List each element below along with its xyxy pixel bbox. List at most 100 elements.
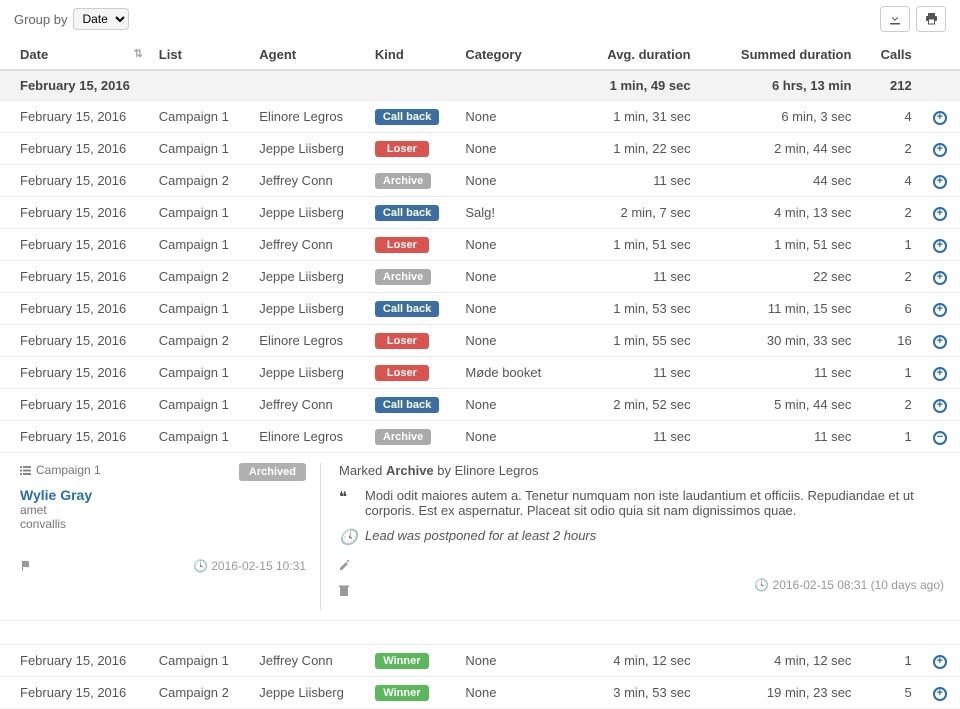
expand-toggle[interactable]: −: [933, 431, 947, 445]
cell-date: February 15, 2016: [0, 261, 151, 293]
cell-date: February 15, 2016: [0, 645, 151, 677]
cell-avg: 11 sec: [568, 357, 699, 389]
cell-agent: Jeppe Liisberg: [251, 293, 367, 325]
contact-line-2: convallis: [20, 517, 306, 531]
cell-list: Campaign 1: [151, 101, 252, 133]
cell-date: February 15, 2016: [0, 165, 151, 197]
row-detail: Campaign 1 Archived Wylie Gray amet conv…: [0, 453, 960, 621]
cell-calls: 1: [859, 357, 919, 389]
cell-sum: 11 min, 15 sec: [699, 293, 860, 325]
expand-toggle[interactable]: +: [933, 303, 947, 317]
cell-date: February 15, 2016: [0, 325, 151, 357]
cell-calls: 4: [859, 101, 919, 133]
expand-toggle[interactable]: +: [933, 207, 947, 221]
detail-list: Campaign 1: [36, 463, 101, 477]
cell-agent: Jeppe Liisberg: [251, 357, 367, 389]
flag-icon[interactable]: [20, 560, 32, 572]
cell-list: Campaign 1: [151, 293, 252, 325]
kind-badge: Call back: [375, 397, 439, 413]
cell-list: Campaign 1: [151, 133, 252, 165]
cell-sum: 19 min, 23 sec: [699, 677, 860, 709]
kind-badge: Winner: [375, 685, 429, 701]
cell-date: February 15, 2016: [0, 229, 151, 261]
expand-toggle[interactable]: +: [933, 367, 947, 381]
kind-badge: Loser: [375, 365, 429, 381]
archived-badge: Archived: [239, 463, 306, 481]
expand-toggle[interactable]: +: [933, 271, 947, 285]
cell-avg: 2 min, 52 sec: [568, 389, 699, 421]
expand-toggle[interactable]: +: [933, 143, 947, 157]
col-avg-duration[interactable]: Avg. duration: [568, 40, 699, 70]
expand-toggle[interactable]: +: [933, 111, 947, 125]
cell-calls: 2: [859, 197, 919, 229]
cell-agent: Jeffrey Conn: [251, 645, 367, 677]
cell-list: Campaign 1: [151, 229, 252, 261]
edit-button[interactable]: [339, 560, 350, 571]
quote-icon: ❝: [339, 488, 355, 518]
cell-sum: 4 min, 12 sec: [699, 645, 860, 677]
cell-category: None: [457, 325, 568, 357]
col-summed-duration[interactable]: Summed duration: [699, 40, 860, 70]
print-icon: [925, 13, 938, 25]
expand-toggle[interactable]: +: [933, 175, 947, 189]
cell-calls: 1: [859, 645, 919, 677]
group-by-select[interactable]: Date: [73, 8, 129, 30]
col-agent[interactable]: Agent: [251, 40, 367, 70]
expand-toggle[interactable]: +: [933, 655, 947, 669]
kind-badge: Call back: [375, 301, 439, 317]
cell-category: None: [457, 229, 568, 261]
cell-category: None: [457, 421, 568, 453]
detail-right-timestamp: 2016-02-15 08:31 (10 days ago): [773, 578, 944, 592]
table-row: February 15, 2016 Campaign 1 Jeffrey Con…: [0, 389, 960, 421]
col-date[interactable]: Date ⇅: [0, 40, 151, 70]
postponed-note: Lead was postponed for at least 2 hours: [365, 528, 596, 546]
list-icon: [20, 466, 31, 475]
cell-category: None: [457, 261, 568, 293]
group-row: February 15, 2016 1 min, 49 sec 6 hrs, 1…: [0, 70, 960, 101]
cell-calls: 1: [859, 421, 919, 453]
cell-avg: 3 min, 53 sec: [568, 677, 699, 709]
cell-date: February 15, 2016: [0, 421, 151, 453]
cell-avg: 2 min, 7 sec: [568, 197, 699, 229]
cell-sum: 1 min, 51 sec: [699, 229, 860, 261]
table-row: February 15, 2016 Campaign 2 Jeppe Liisb…: [0, 261, 960, 293]
cell-sum: 6 min, 3 sec: [699, 101, 860, 133]
delete-button[interactable]: [339, 585, 350, 596]
cell-sum: 2 min, 44 sec: [699, 133, 860, 165]
kind-badge: Winner: [375, 653, 429, 669]
cell-list: Campaign 1: [151, 421, 252, 453]
cell-agent: Jeppe Liisberg: [251, 133, 367, 165]
col-list[interactable]: List: [151, 40, 252, 70]
col-category[interactable]: Category: [457, 40, 568, 70]
cell-category: None: [457, 133, 568, 165]
kind-badge: Loser: [375, 333, 429, 349]
cell-calls: 2: [859, 389, 919, 421]
kind-badge: Archive: [375, 173, 431, 189]
marked-line: Marked Archive by Elinore Legros: [339, 463, 944, 478]
expand-toggle[interactable]: +: [933, 687, 947, 701]
cell-agent: Jeffrey Conn: [251, 229, 367, 261]
expand-toggle[interactable]: +: [933, 335, 947, 349]
expand-toggle[interactable]: +: [933, 239, 947, 253]
table-row: February 15, 2016 Campaign 1 Jeppe Liisb…: [0, 293, 960, 325]
results-table-continued: February 15, 2016 Campaign 1 Jeffrey Con…: [0, 645, 960, 709]
cell-date: February 15, 2016: [0, 389, 151, 421]
table-row: February 15, 2016 Campaign 2 Elinore Leg…: [0, 325, 960, 357]
cell-list: Campaign 1: [151, 197, 252, 229]
cell-date: February 15, 2016: [0, 133, 151, 165]
print-button[interactable]: [916, 6, 946, 32]
col-kind[interactable]: Kind: [367, 40, 457, 70]
expand-toggle[interactable]: +: [933, 399, 947, 413]
kind-badge: Loser: [375, 237, 429, 253]
cell-category: None: [457, 165, 568, 197]
table-row: February 15, 2016 Campaign 2 Jeffrey Con…: [0, 165, 960, 197]
cell-category: Salg!: [457, 197, 568, 229]
cell-sum: 22 sec: [699, 261, 860, 293]
cell-avg: 1 min, 53 sec: [568, 293, 699, 325]
col-calls[interactable]: Calls: [859, 40, 919, 70]
contact-name[interactable]: Wylie Gray: [20, 487, 306, 503]
cell-agent: Elinore Legros: [251, 325, 367, 357]
cell-avg: 1 min, 31 sec: [568, 101, 699, 133]
clock-icon: 🕓: [193, 559, 208, 573]
download-button[interactable]: [880, 6, 910, 32]
